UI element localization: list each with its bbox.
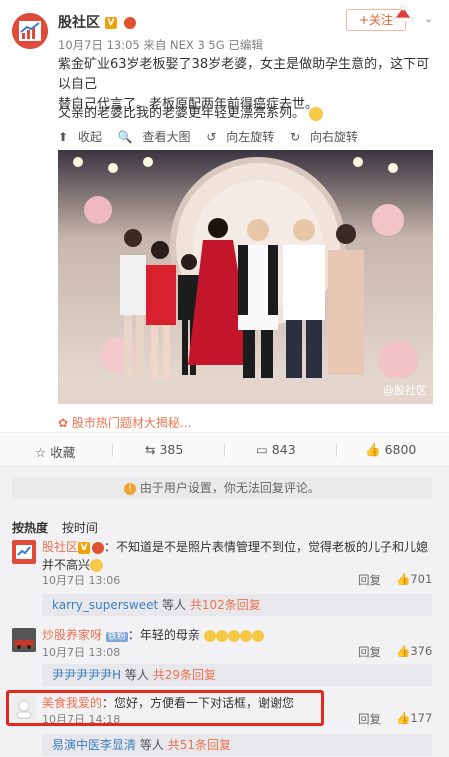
repost-button[interactable]: ⇆ 385	[145, 442, 183, 457]
rotate-left-icon: ↺	[206, 130, 217, 144]
star-icon: ☆	[35, 445, 47, 460]
comment-user[interactable]: 股社区	[42, 540, 78, 554]
comment-user[interactable]: 炒股养家呀	[42, 628, 102, 642]
post-meta: 10月7日 13:05 来自 NEX 3 5G 已编辑	[58, 38, 263, 52]
author-avatar[interactable]	[12, 13, 48, 49]
collapse-button[interactable]: ⬆ 收起	[58, 130, 108, 144]
divider	[336, 443, 337, 457]
tab-by-hot[interactable]: 按热度	[12, 521, 48, 535]
post-text-line3: 父亲的老婆比我的老婆更年轻更漂亮系列。	[58, 106, 306, 121]
heart-eyes-emoji-icon	[215, 629, 228, 642]
reply-button[interactable]: 回复	[358, 711, 381, 727]
comment-button[interactable]: ▭ 843	[256, 442, 296, 457]
verified-icon: V	[78, 541, 91, 554]
flower-icon: ✿	[58, 416, 69, 430]
post-text-line3-row: 父亲的老婆比我的老婆更年轻更漂亮系列。	[58, 102, 324, 121]
promo-link[interactable]: ✿ 股市热门题材大揭秘...	[58, 414, 191, 431]
member-icon	[123, 17, 136, 29]
post-text-line1: 紫金矿业63岁老板娶了38岁老婆，女主是做助孕生意的，这下可以自己	[58, 57, 430, 92]
author-name[interactable]: 股社区	[58, 15, 100, 31]
thumbs-up-icon: 👍	[396, 572, 411, 586]
subreply-user[interactable]: karry_supersweet	[52, 598, 158, 612]
like-button[interactable]: 👍 6800	[365, 442, 416, 458]
member-icon	[92, 541, 105, 554]
rotate-right-button[interactable]: ↻ 向右旋转	[290, 130, 364, 144]
subreply-count[interactable]: 共102条回复	[190, 598, 261, 612]
view-large-button[interactable]: 🔍 查看大图	[118, 130, 197, 144]
thumbs-up-icon: 👍	[396, 711, 411, 725]
rotate-right-icon: ↻	[290, 130, 301, 144]
subreply-count[interactable]: 共29条回复	[153, 668, 216, 682]
sweat-emoji-icon	[251, 629, 264, 642]
favorite-button[interactable]: ☆ 收藏	[35, 442, 75, 461]
photo-watermark: @股社区	[383, 384, 427, 397]
comment-like-button[interactable]: 👍701	[396, 572, 432, 586]
subreply-count[interactable]: 共51条回复	[168, 738, 231, 752]
subreply-summary[interactable]: 尹尹尹尹尹H 等人 共29条回复	[42, 664, 432, 686]
comment-avatar[interactable]	[12, 628, 36, 652]
post-photo[interactable]: @股社区	[58, 150, 433, 404]
collapse-icon: ⬆	[58, 130, 69, 144]
festive-hat-icon	[392, 6, 414, 22]
fan-badge: 铁粉	[105, 632, 128, 642]
grin-emoji-icon	[309, 106, 324, 121]
heart-eyes-emoji-icon	[203, 629, 216, 642]
rotate-left-button[interactable]: ↺ 向左旋转	[206, 130, 280, 144]
heart-eyes-emoji-icon	[239, 629, 252, 642]
divider	[112, 443, 113, 457]
subreply-summary[interactable]: karry_supersweet 等人 共102条回复	[42, 594, 432, 616]
subreply-user[interactable]: 尹尹尹尹尹H	[52, 668, 121, 682]
warning-icon: !	[124, 482, 137, 495]
comment-text-line2: 并不高兴	[42, 558, 91, 572]
comment-avatar[interactable]	[12, 540, 36, 564]
laugh-emoji-icon	[90, 559, 104, 572]
verified-icon: V	[104, 17, 117, 29]
promo-text: 股市热门题材大揭秘...	[71, 416, 192, 430]
comment-time: 10月7日 13:06	[42, 574, 121, 587]
comment-body: 炒股养家呀 铁粉 ：年轻的母亲	[42, 626, 264, 646]
reply-button[interactable]: 回复	[358, 644, 381, 660]
subreply-user[interactable]: 易演中医李显清	[52, 738, 136, 752]
comment-text: ：不知道是不是照片表情管理不到位，觉得老板的儿子和儿媳	[104, 540, 429, 554]
thumbs-up-icon: 👍	[365, 442, 381, 457]
author-name-row: 股社区 V	[58, 12, 136, 32]
zoom-icon: 🔍	[117, 130, 133, 144]
heart-eyes-emoji-icon	[227, 629, 240, 642]
comment-like-button[interactable]: 👍376	[396, 644, 432, 658]
sort-tabs: 按热度 按时间	[12, 519, 108, 536]
chevron-down-icon[interactable]: ⌄	[424, 12, 433, 25]
reply-button[interactable]: 回复	[358, 572, 381, 588]
subreply-summary[interactable]: 易演中医李显清 等人 共51条回复	[42, 734, 432, 756]
comment-text: ：年轻的母亲	[127, 628, 200, 642]
repost-icon: ⇆	[145, 442, 156, 457]
comment-time: 10月7日 13:08	[42, 646, 121, 659]
image-toolbar: ⬆ 收起 🔍 查看大图 ↺ 向左旋转 ↻ 向右旋转	[58, 128, 370, 148]
thumbs-up-icon: 👍	[396, 644, 411, 658]
tab-by-time[interactable]: 按时间	[62, 521, 98, 535]
action-bar: ☆ 收藏 ⇆ 385 ▭ 843 👍 6800	[0, 432, 449, 466]
comment-body: 股社区 V ：不知道是不是照片表情管理不到位，觉得老板的儿子和儿媳 并不高兴	[42, 538, 434, 574]
divider	[224, 443, 225, 457]
reply-disabled-notice: ! 由于用户设置，你无法回复评论。	[12, 477, 432, 499]
highlight-box	[6, 690, 324, 726]
comment-icon: ▭	[256, 442, 268, 457]
comment-like-button[interactable]: 👍177	[396, 711, 432, 725]
